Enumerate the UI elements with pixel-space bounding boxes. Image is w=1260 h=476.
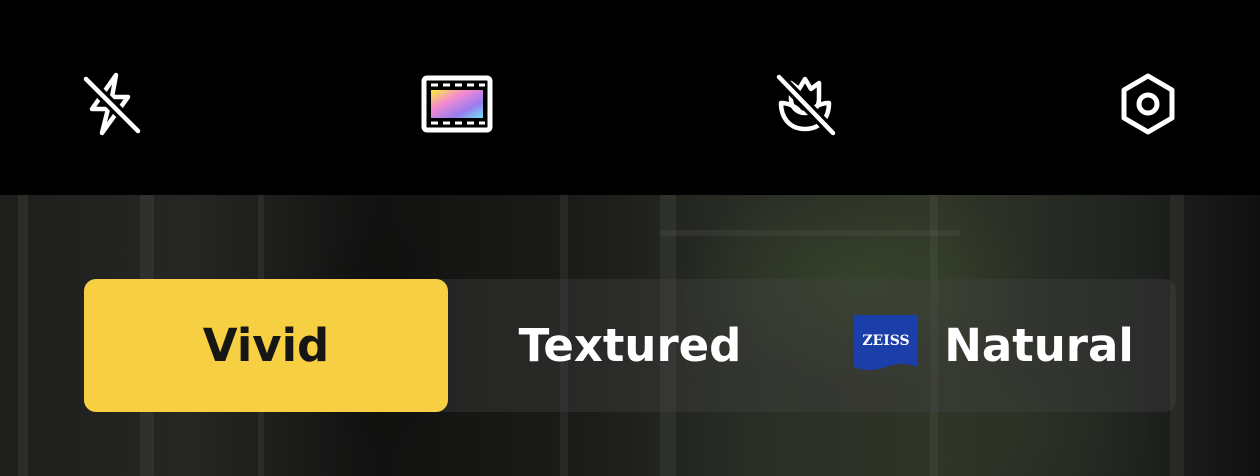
mode-textured-button[interactable]: Textured: [448, 279, 812, 412]
mode-natural-button[interactable]: ZEISS Natural: [812, 279, 1176, 412]
macro-off-icon[interactable]: [769, 68, 841, 140]
color-mode-selector: Vivid Textured ZEISS Natural: [84, 279, 1176, 412]
mode-vivid-label: Vivid: [202, 319, 330, 372]
mode-textured-label: Textured: [518, 319, 742, 372]
zeiss-logo: ZEISS: [854, 314, 919, 377]
mode-natural-label: Natural: [944, 319, 1134, 372]
filter-icon[interactable]: [420, 68, 494, 140]
camera-top-toolbar: [0, 0, 1260, 195]
svg-text:ZEISS: ZEISS: [863, 333, 910, 349]
camera-screen: Vivid Textured ZEISS Natural: [0, 0, 1260, 476]
settings-icon[interactable]: [1112, 68, 1184, 140]
mode-vivid-button[interactable]: Vivid: [84, 279, 448, 412]
flash-off-icon[interactable]: [75, 68, 147, 140]
